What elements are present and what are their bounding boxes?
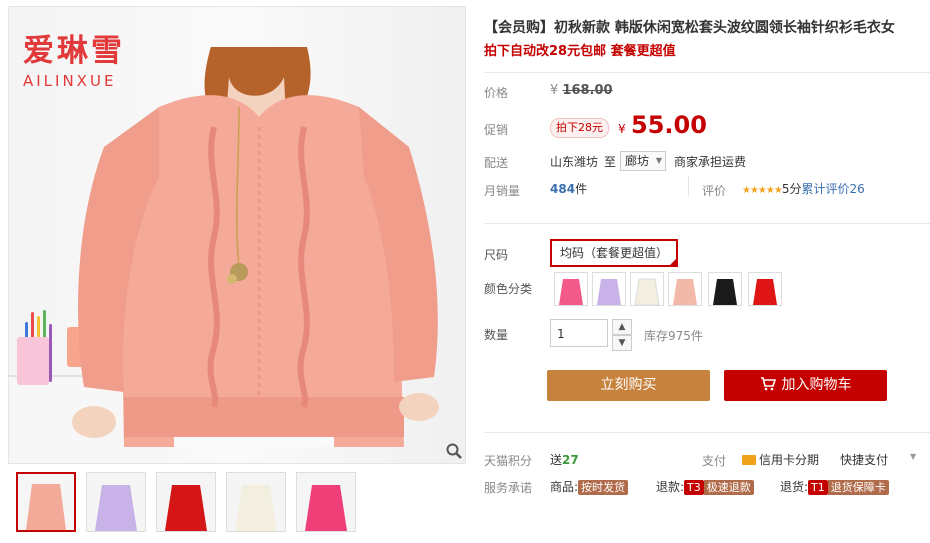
divider: [484, 72, 930, 73]
promo-currency: ¥: [618, 122, 626, 136]
credit-card-icon: [742, 455, 756, 465]
original-price: ¥ 168.00: [550, 83, 613, 98]
thumbnail-2[interactable]: [86, 472, 146, 532]
service-tag: 退货保障卡: [827, 480, 889, 495]
rating-stars-icon: ★★★★★: [742, 185, 783, 196]
product-subtitle: 拍下自动改28元包邮 套餐更超值: [484, 44, 676, 59]
product-title: 【会员购】初秋新款 韩版休闲宽松套头波纹圆领长袖针织衫毛衣女: [484, 20, 895, 36]
sales-label: 月销量: [484, 184, 521, 198]
service-tag-number: T3: [684, 480, 704, 495]
quick-pay-label[interactable]: 快捷支付: [840, 451, 888, 468]
chevron-down-icon[interactable]: ▼: [910, 452, 916, 461]
sales-count-value: 484: [550, 182, 576, 196]
add-to-cart-label: 加入购物车: [781, 377, 852, 393]
review-count: 累计评价26: [801, 182, 865, 196]
color-swatch-5[interactable]: [708, 272, 742, 306]
main-product-image[interactable]: 爱琳雪 AILINXUE: [8, 6, 466, 464]
chevron-down-icon: ▼: [655, 156, 662, 165]
shipping-note: 商家承担运费: [674, 155, 747, 169]
promo-label: 促销: [484, 123, 509, 137]
service-prefix: 商品:: [550, 480, 579, 494]
service-item-3[interactable]: 退货: T1 退货保障卡: [780, 478, 889, 495]
sales-unit: 件: [575, 182, 588, 196]
color-label: 颜色分类: [484, 282, 533, 296]
shipping-label: 配送: [484, 156, 509, 170]
color-swatch-2[interactable]: [592, 272, 626, 306]
cup: [17, 337, 49, 385]
buy-now-button[interactable]: 立刻购买: [547, 370, 710, 401]
add-to-cart-button[interactable]: 加入购物车: [724, 370, 887, 401]
destination-select[interactable]: 廊坊 ▼: [620, 151, 666, 171]
points-give: 送: [550, 453, 563, 467]
promo-badge: 拍下28元: [550, 118, 609, 138]
shipping-to-word: 至: [604, 155, 617, 169]
original-price-value: 168.00: [562, 83, 613, 98]
installment-label: 信用卡分期: [759, 453, 820, 467]
thumbnail-5[interactable]: [296, 472, 356, 532]
service-tag: 按时发货: [578, 480, 629, 495]
sales-count: 484件: [550, 180, 587, 197]
service-label: 服务承诺: [484, 481, 533, 495]
promo-price: 55.00: [631, 111, 707, 139]
payment-label: 支付: [702, 454, 727, 468]
quantity-label: 数量: [484, 328, 509, 342]
color-swatch-6[interactable]: [748, 272, 782, 306]
quantity-increase-button[interactable]: ▲: [612, 319, 632, 335]
thumbnail-1[interactable]: [16, 472, 76, 532]
stock-count: 库存975件: [644, 329, 703, 343]
points-number: 27: [562, 453, 579, 467]
service-item-2[interactable]: 退款: T3 极速退款: [656, 478, 754, 495]
rating-label: 评价: [702, 184, 727, 198]
points-value: 送27: [550, 451, 579, 468]
rating-summary[interactable]: ★★★★★5分累计评价26: [742, 180, 865, 197]
points-label: 天猫积分: [484, 454, 533, 468]
service-tag-number: T1: [808, 480, 828, 495]
zoom-icon[interactable]: [445, 442, 463, 460]
size-option-label: 均码（套餐更超值）: [560, 246, 669, 260]
service-prefix: 退货:: [780, 480, 809, 494]
shipping-from: 山东潍坊: [550, 155, 599, 169]
destination-value: 廊坊: [625, 154, 650, 168]
thumbnail-4[interactable]: [226, 472, 286, 532]
cart-icon: [760, 377, 776, 391]
size-label: 尺码: [484, 248, 509, 262]
color-swatch-4[interactable]: [668, 272, 702, 306]
service-item-1[interactable]: 商品: 按时发货: [550, 478, 629, 495]
check-corner-icon: [670, 259, 677, 265]
service-prefix: 退款:: [656, 480, 685, 494]
divider: [484, 432, 930, 433]
quantity-decrease-button[interactable]: ▼: [612, 335, 632, 351]
sweater-body: [119, 95, 404, 447]
pen: [49, 324, 52, 382]
hem: [124, 397, 404, 437]
brand-logo: 爱琳雪 AILINXUE: [23, 25, 125, 90]
service-tag: 极速退款: [703, 480, 754, 495]
quantity-input[interactable]: 1: [550, 319, 608, 347]
brand-name-en: AILINXUE: [23, 72, 117, 90]
installment-option[interactable]: 信用卡分期: [742, 451, 819, 468]
color-swatch-1[interactable]: [554, 272, 588, 306]
rating-score: 5分: [781, 182, 802, 196]
price-label: 价格: [484, 86, 509, 100]
sweater-illustration: [72, 47, 439, 447]
divider: [484, 223, 930, 224]
brand-name-cn: 爱琳雪: [23, 33, 125, 69]
divider: [688, 176, 689, 196]
currency-symbol: ¥: [550, 83, 559, 98]
thumbnail-3[interactable]: [156, 472, 216, 532]
size-option-selected[interactable]: 均码（套餐更超值）: [550, 239, 679, 267]
color-swatch-3[interactable]: [630, 272, 664, 306]
